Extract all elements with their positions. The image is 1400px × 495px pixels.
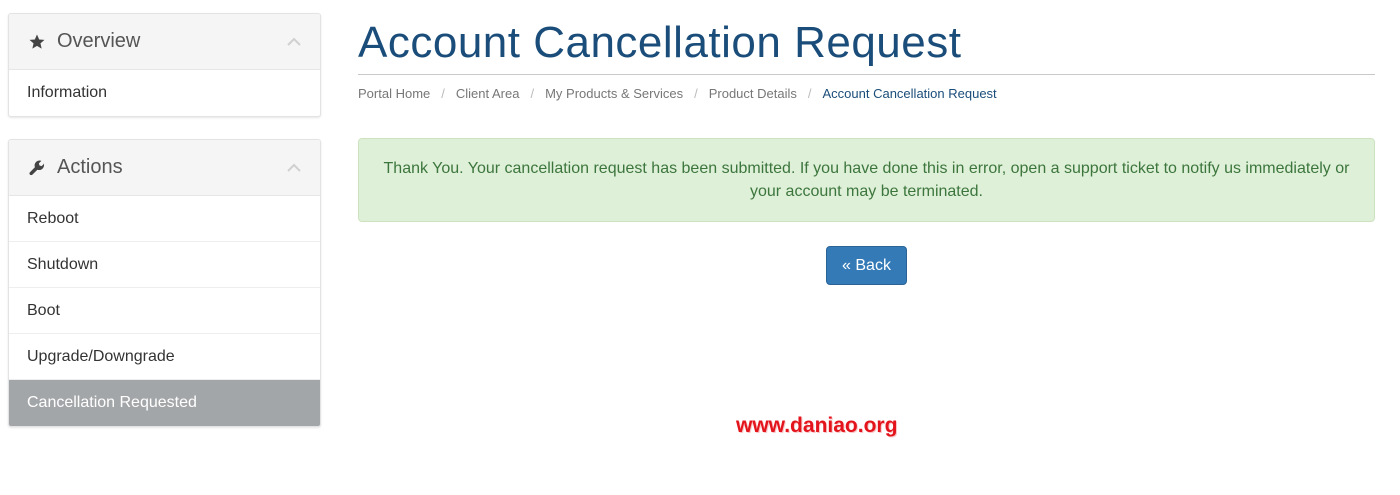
sidebar-item-information[interactable]: Information [9, 70, 320, 116]
back-button[interactable]: « Back [826, 246, 907, 285]
sidebar-item-label: Cancellation Requested [27, 394, 197, 411]
page: Overview Information Actions Reboot Shut… [0, 0, 1400, 495]
breadcrumb-separator: / [807, 86, 812, 101]
breadcrumb-separator: / [694, 86, 698, 101]
overview-panel-title: Overview [57, 30, 141, 52]
actions-panel-heading[interactable]: Actions [9, 140, 320, 196]
watermark-text: www.daniao.org [736, 414, 898, 437]
sidebar-item-reboot[interactable]: Reboot [9, 196, 320, 242]
breadcrumb-client-area[interactable]: Client Area [456, 86, 520, 101]
sidebar-item-label: Upgrade/Downgrade [27, 347, 175, 365]
sidebar-item-shutdown[interactable]: Shutdown [9, 242, 320, 288]
success-alert-text: Thank You. Your cancellation request has… [383, 160, 1350, 200]
chevron-up-icon[interactable] [286, 160, 302, 172]
sidebar-item-cancellation-requested[interactable]: Cancellation Requested [9, 380, 320, 426]
star-icon [27, 32, 47, 52]
sidebar-item-label: Shutdown [27, 255, 99, 273]
actions-panel-title: Actions [57, 156, 123, 178]
breadcrumb-separator: / [530, 86, 535, 101]
breadcrumb-current: Account Cancellation Request [822, 86, 997, 101]
actions-panel: Actions Reboot Shutdown Boot Upgrade/Dow… [8, 139, 321, 427]
breadcrumb: Portal Home / Client Area / My Products … [358, 86, 997, 101]
page-title: Account Cancellation Request [358, 18, 962, 67]
breadcrumb-separator: / [441, 86, 445, 101]
wrench-icon [27, 158, 47, 178]
overview-panel-heading[interactable]: Overview [9, 14, 320, 70]
sidebar-item-boot[interactable]: Boot [9, 288, 320, 334]
sidebar-item-upgrade-downgrade[interactable]: Upgrade/Downgrade [9, 334, 320, 380]
breadcrumb-product-details[interactable]: Product Details [709, 86, 797, 101]
title-divider [358, 74, 1375, 75]
chevron-up-icon[interactable] [286, 34, 302, 46]
sidebar-item-label: Boot [27, 301, 60, 319]
sidebar-item-label: Information [27, 84, 108, 101]
breadcrumb-my-products-services[interactable]: My Products & Services [545, 86, 683, 101]
sidebar-item-label: Reboot [27, 209, 79, 227]
breadcrumb-portal-home[interactable]: Portal Home [358, 86, 430, 101]
success-alert: Thank You. Your cancellation request has… [358, 138, 1375, 222]
overview-panel: Overview Information [8, 13, 321, 117]
